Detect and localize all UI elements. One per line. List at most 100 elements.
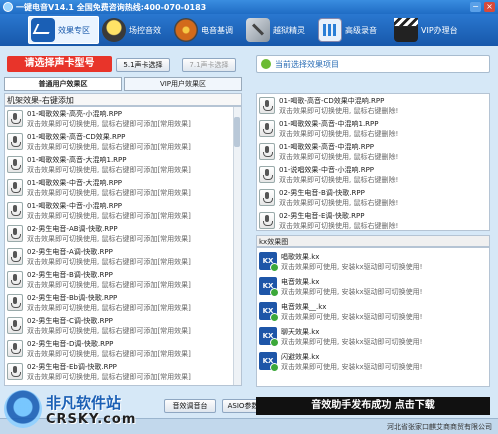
- microphone-icon: [7, 179, 23, 196]
- tab-normal-user[interactable]: 普通用户效果区: [4, 77, 122, 91]
- list-item[interactable]: 01-喝歌效果-高音-大混响1.RPP 双击效果即可切换使用, 鼠标右键即可添加…: [7, 153, 231, 177]
- list-item[interactable]: KX 唱歌效果.kx 双击效果即可使用, 安装kx驱动即可切换使用!: [259, 250, 487, 273]
- list-item[interactable]: 01-喝歌效果-中音-大混响.RPP 双击效果即可切换使用, 鼠标右键即可添加[…: [7, 176, 231, 200]
- microphone-icon: [259, 143, 275, 160]
- effect-name: 01-喝歌效果-高音-CD效果.RPP: [27, 133, 126, 141]
- microphone-icon: [7, 133, 23, 150]
- microphone-icon: [7, 156, 23, 173]
- list-item[interactable]: 02-男生电音-Bb调-快歌.RPP 双击效果即可切换使用, 鼠标右键即可添加[…: [7, 291, 231, 315]
- kx-desc: 双击效果即可使用, 安装kx驱动即可切换使用!: [281, 288, 423, 296]
- effect-name: 01-喝歌效果-中音-大混响.RPP: [27, 179, 123, 187]
- microphone-icon: [259, 97, 275, 114]
- tab-vip-user[interactable]: VIP用户效果区: [124, 77, 242, 91]
- card-71-button[interactable]: 7.1声卡选择: [182, 58, 236, 72]
- list-item[interactable]: KX 聊天效果.kx 双击效果即可使用, 安装kx驱动即可切换使用!: [259, 325, 487, 348]
- kx-name: 闪避效果.kx: [281, 353, 320, 361]
- list-item[interactable]: 02-男生电音-C调-快歌.RPP 双击效果即可切换使用, 鼠标右键即可添加[常…: [7, 314, 231, 338]
- common-effect-list: 01-喝歌-高音-CD效果中混响.RPP 双击效果即可切换使用, 鼠标右键删除!…: [256, 93, 490, 231]
- wave-icon: [31, 18, 55, 42]
- effect-desc: 双击效果即可切换使用, 鼠标右键删除!: [279, 130, 399, 138]
- effect-desc: 双击效果即可切换使用, 鼠标右键即可添加[常用效果]: [27, 281, 191, 289]
- tab-effects-zone[interactable]: 效果专区: [28, 16, 99, 44]
- effect-name: 01-喝歌效果-高音-中混响.RPP: [279, 143, 375, 151]
- watermark-en: CRSKY.com: [46, 412, 137, 427]
- kx-effect-list: KX 唱歌效果.kx 双击效果即可使用, 安装kx驱动即可切换使用! KX 电音…: [256, 247, 490, 387]
- right-panel: 当前选择效果项目 01-喝歌-高音-CD效果中混响.RPP 双击效果即可切换使用…: [252, 49, 494, 415]
- tab-label: 高级录音: [345, 25, 377, 35]
- tab-jailbreak-wizard[interactable]: 越狱精灵: [244, 16, 305, 44]
- card-51-button[interactable]: 5.1声卡选择: [116, 58, 170, 72]
- disc-icon: [174, 18, 198, 42]
- tab-scene-sounds[interactable]: 场控音效: [100, 16, 161, 44]
- effect-desc: 双击效果即可切换使用, 鼠标右键即可添加[常用效果]: [27, 212, 191, 220]
- list-item[interactable]: 01-喝歌效果-高音-中混响.RPP 双击效果即可切换使用, 鼠标右键删除!: [259, 140, 487, 164]
- effect-desc: 双击效果即可切换使用, 鼠标右键即可添加[常用效果]: [27, 327, 191, 335]
- minimize-button[interactable]: −: [470, 2, 481, 12]
- microphone-icon: [7, 248, 23, 265]
- microphone-icon: [7, 363, 23, 380]
- tab-label: 场控音效: [129, 25, 161, 35]
- list-item[interactable]: KX 电音效果__.kx 双击效果即可使用, 安装kx驱动即可切换使用!: [259, 300, 487, 323]
- tab-label: 效果专区: [58, 25, 90, 35]
- tab-advanced-recording[interactable]: 高级录音: [316, 16, 377, 44]
- microphone-icon: [259, 120, 275, 137]
- effect-desc: 双击效果即可切换使用, 鼠标右键即可添加[常用效果]: [27, 235, 191, 243]
- list-item[interactable]: 02-男生电音-A调-快歌.RPP 双击效果即可切换使用, 鼠标右键即可添加[常…: [7, 245, 231, 269]
- effect-name: 01-喝歌效果-高音-中混响1.RPP: [279, 120, 379, 128]
- equalizer-icon: [318, 18, 342, 42]
- tuner-button[interactable]: 音效调音台: [164, 399, 216, 413]
- main-toolbar: 效果专区 场控音效 电音基调 越狱精灵 高级录音 VIP办理台: [0, 14, 498, 46]
- effect-desc: 双击效果即可切换使用, 鼠标右键即可添加[常用效果]: [27, 189, 191, 197]
- list-item[interactable]: 01-喝歌效果-高音-CD效果.RPP 双击效果即可切换使用, 鼠标右键即可添加…: [7, 130, 231, 154]
- app-window: 一键电音V14.1 全国免费咨询热线:400-070-0183 − × 效果专区…: [0, 0, 498, 434]
- list-item[interactable]: 02-男生电音-AB调-快歌.RPP 双击效果即可切换使用, 鼠标右键即可添加[…: [7, 222, 231, 246]
- pencil-icon: [261, 59, 271, 69]
- effect-desc: 双击效果即可切换使用, 鼠标右键删除!: [279, 107, 399, 115]
- microphone-icon: [7, 202, 23, 219]
- microphone-icon: [7, 340, 23, 357]
- tab-vip-desk[interactable]: VIP办理台: [392, 16, 458, 44]
- watermark: 非凡软件站 CRSKY.com: [4, 388, 164, 434]
- list-item[interactable]: KX 闪避效果.kx 双击效果即可使用, 安装kx驱动即可切换使用!: [259, 350, 487, 373]
- clapper-icon: [394, 18, 418, 42]
- list-item[interactable]: 02-男生电音-B调-快歌.RPP 双击效果即可切换使用, 鼠标右键删除!: [259, 186, 487, 210]
- effect-desc: 双击效果即可切换使用, 鼠标右键即可添加[常用效果]: [27, 120, 191, 128]
- current-effect-box: 当前选择效果项目: [256, 55, 490, 73]
- left-panel: 请选择声卡型号 5.1声卡选择 7.1声卡选择 普通用户效果区 VIP用户效果区…: [4, 49, 278, 415]
- kx-name: 电音效果.kx: [281, 278, 320, 286]
- kx-list-header: kx效果图: [256, 235, 490, 247]
- list-item[interactable]: KX 电音效果.kx 双击效果即可使用, 安装kx驱动即可切换使用!: [259, 275, 487, 298]
- effect-name: 02-男生电音-B调-快歌.RPP: [27, 271, 113, 279]
- list-item[interactable]: 01-喝歌-高音-CD效果中混响.RPP 双击效果即可切换使用, 鼠标右键删除!: [259, 94, 487, 118]
- close-button[interactable]: ×: [484, 2, 495, 12]
- effect-name: 02-男生电音-A调-快歌.RPP: [27, 248, 113, 256]
- effect-list-scrollbar[interactable]: [233, 107, 241, 385]
- kx-desc: 双击效果即可使用, 安装kx驱动即可切换使用!: [281, 338, 423, 346]
- list-item[interactable]: 02-男生电音-D调-快歌.RPP 双击效果即可切换使用, 鼠标右键即可添加[常…: [7, 337, 231, 361]
- microphone-icon: [7, 225, 23, 242]
- effect-desc: 双击效果即可切换使用, 鼠标右键删除!: [279, 153, 399, 161]
- effect-name: 01-喝歌效果-高音-大混响1.RPP: [27, 156, 127, 164]
- list-item[interactable]: 01-喝歌效果-高音-中混响1.RPP 双击效果即可切换使用, 鼠标右键删除!: [259, 117, 487, 141]
- tab-label: VIP办理台: [421, 25, 458, 35]
- list-item[interactable]: 01-喝歌效果-中音-小混响.RPP 双击效果即可切换使用, 鼠标右键即可添加[…: [7, 199, 231, 223]
- list-item[interactable]: 01-说唱效果-中音-小混响.RPP 双击效果即可切换使用, 鼠标右键删除!: [259, 163, 487, 187]
- effect-list: 01-喝歌效果-高亮-小混响.RPP 双击效果即可切换使用, 鼠标右键即可添加[…: [4, 106, 242, 386]
- list-item[interactable]: 02-男生电音-B调-快歌.RPP 双击效果即可切换使用, 鼠标右键即可添加[常…: [7, 268, 231, 292]
- effect-name: 02-男生电音-AB调-快歌.RPP: [27, 225, 118, 233]
- scrollbar-thumb[interactable]: [234, 117, 240, 147]
- effect-desc: 双击效果即可切换使用, 鼠标右键即可添加[常用效果]: [27, 373, 191, 381]
- microphone-icon: [7, 317, 23, 334]
- microphone-icon: [259, 212, 275, 229]
- effect-desc: 双击效果即可切换使用, 鼠标右键即可添加[常用效果]: [27, 304, 191, 312]
- list-item[interactable]: 01-喝歌效果-高亮-小混响.RPP 双击效果即可切换使用, 鼠标右键即可添加[…: [7, 107, 231, 131]
- kx-name: 唱歌效果.kx: [281, 253, 320, 261]
- kx-file-icon: KX: [259, 302, 279, 322]
- tab-electro-tone[interactable]: 电音基调: [172, 16, 233, 44]
- kx-file-icon: KX: [259, 352, 279, 372]
- download-banner[interactable]: 音效助手发布成功 点击下载: [256, 397, 490, 415]
- tab-label: 电音基调: [201, 25, 233, 35]
- list-item[interactable]: 02-男生电音-Eb调-快歌.RPP 双击效果即可切换使用, 鼠标右键即可添加[…: [7, 360, 231, 384]
- effect-name: 01-说唱效果-中音-小混响.RPP: [279, 166, 375, 174]
- list-item[interactable]: 02-男生电音-E调-快歌.RPP 双击效果即可切换使用, 鼠标右键删除!: [259, 209, 487, 230]
